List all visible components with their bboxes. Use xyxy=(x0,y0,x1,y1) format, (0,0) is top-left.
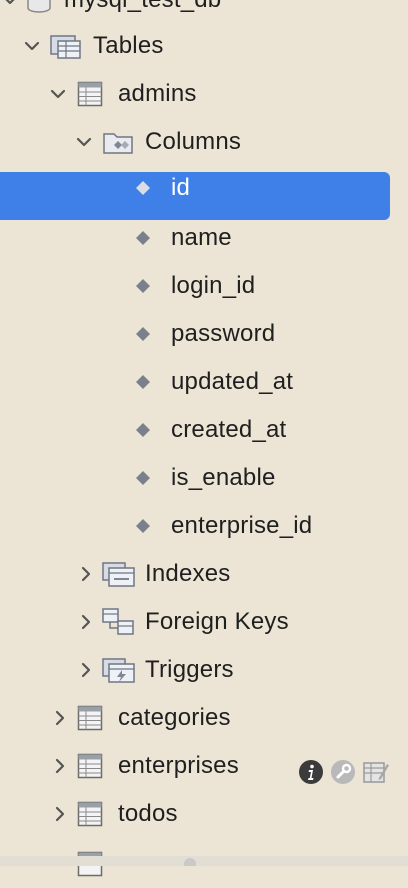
table-name: admins xyxy=(118,80,197,107)
column-name: id xyxy=(171,174,191,201)
table-icon xyxy=(77,705,103,731)
chevron-right-icon[interactable] xyxy=(50,804,70,824)
column-name: login_id xyxy=(171,272,256,299)
column-diamond-icon xyxy=(134,517,152,535)
table-icon xyxy=(77,801,103,827)
database-label: mysql_test_db xyxy=(64,0,221,14)
tree-row-column-password[interactable]: password xyxy=(0,310,408,358)
column-diamond-icon xyxy=(134,421,152,439)
row-action-icons xyxy=(298,758,390,786)
tree-row-database[interactable]: mysql_test_db xyxy=(0,0,408,24)
horizontal-scrollbar[interactable] xyxy=(0,856,408,866)
column-diamond-icon xyxy=(134,325,152,343)
tree-row-table-categories[interactable]: categories xyxy=(0,694,408,742)
column-diamond-icon xyxy=(134,373,152,391)
chevron-down-icon[interactable] xyxy=(22,36,42,56)
database-tree: mysql_test_db Tables admins Columns xyxy=(0,0,408,877)
table-icon xyxy=(77,81,103,107)
chevron-right-icon[interactable] xyxy=(76,660,96,680)
tree-row-column-created-at[interactable]: created_at xyxy=(0,406,408,454)
chevron-down-icon[interactable] xyxy=(48,84,68,104)
column-name: updated_at xyxy=(171,368,294,395)
tree-row-column-updated-at[interactable]: updated_at xyxy=(0,358,408,406)
info-icon[interactable] xyxy=(298,759,324,785)
chevron-down-icon[interactable] xyxy=(74,132,94,152)
column-name: password xyxy=(171,320,276,347)
column-diamond-icon xyxy=(134,469,152,487)
chevron-down-icon[interactable] xyxy=(0,0,20,10)
wrench-icon[interactable] xyxy=(330,759,356,785)
tree-row-columns[interactable]: Columns xyxy=(0,118,408,166)
column-name: is_enable xyxy=(171,464,276,491)
table-icon xyxy=(77,753,103,779)
chevron-right-icon[interactable] xyxy=(50,756,70,776)
column-name: name xyxy=(171,224,232,251)
table-name: categories xyxy=(118,704,231,731)
triggers-folder-icon xyxy=(102,656,136,684)
indexes-label: Indexes xyxy=(145,560,231,587)
triggers-label: Triggers xyxy=(145,656,234,683)
database-icon xyxy=(26,0,52,14)
table-name: todos xyxy=(118,800,178,827)
tree-row-column-is-enable[interactable]: is_enable xyxy=(0,454,408,502)
tree-row-column-enterprise-id[interactable]: enterprise_id xyxy=(0,502,408,550)
tree-row-column-id[interactable]: id xyxy=(0,164,408,212)
tree-row-triggers[interactable]: Triggers xyxy=(0,646,408,694)
column-diamond-icon xyxy=(134,229,152,247)
tree-row-tables[interactable]: Tables xyxy=(0,22,408,70)
tables-folder-icon xyxy=(50,32,82,60)
foreign-keys-label: Foreign Keys xyxy=(145,608,289,635)
column-diamond-icon xyxy=(134,179,152,197)
edit-table-icon[interactable] xyxy=(362,759,390,785)
columns-label: Columns xyxy=(145,128,242,155)
tree-row-foreign-keys[interactable]: Foreign Keys xyxy=(0,598,408,646)
chevron-right-icon[interactable] xyxy=(50,708,70,728)
tree-row-column-name[interactable]: name xyxy=(0,214,408,262)
scrollbar-thumb[interactable] xyxy=(184,858,196,866)
column-name: created_at xyxy=(171,416,287,443)
column-diamond-icon xyxy=(134,277,152,295)
columns-folder-icon xyxy=(102,128,136,156)
indexes-folder-icon xyxy=(102,560,136,588)
foreign-keys-folder-icon xyxy=(102,607,136,637)
tree-row-column-login-id[interactable]: login_id xyxy=(0,262,408,310)
tree-row-table-admins[interactable]: admins xyxy=(0,70,408,118)
chevron-right-icon[interactable] xyxy=(76,612,96,632)
column-name: enterprise_id xyxy=(171,512,313,539)
table-name: enterprises xyxy=(118,752,239,779)
tree-row-indexes[interactable]: Indexes xyxy=(0,550,408,598)
chevron-right-icon[interactable] xyxy=(76,564,96,584)
tables-label: Tables xyxy=(93,32,164,59)
tree-row-table-todos[interactable]: todos xyxy=(0,790,408,838)
